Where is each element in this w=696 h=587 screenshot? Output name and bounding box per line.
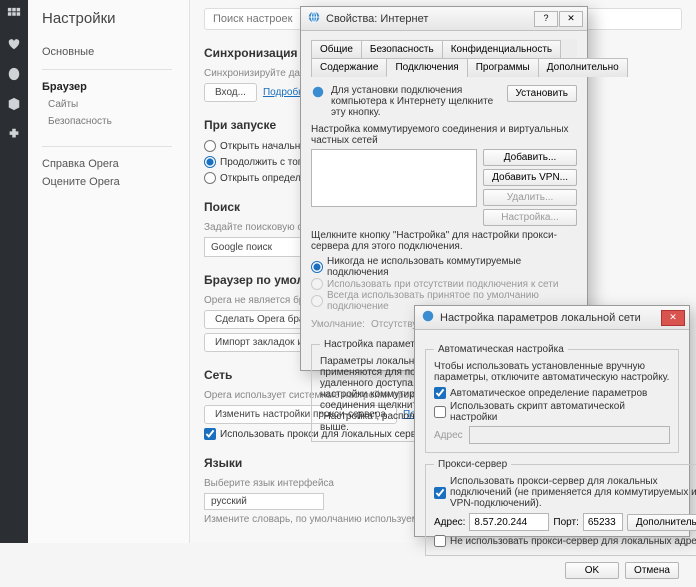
proxy-port-input[interactable] xyxy=(583,513,623,531)
globe-icon xyxy=(307,10,321,27)
inet-titlebar[interactable]: Свойства: Интернет ? ✕ xyxy=(301,7,587,31)
tab-connections[interactable]: Подключения xyxy=(386,58,467,77)
dial-listbox[interactable] xyxy=(311,149,477,207)
app-sidebar xyxy=(0,0,28,543)
proxy-legend: Прокси-сервер xyxy=(434,459,511,470)
lan-dialog-title: Настройка параметров локальной сети xyxy=(440,312,641,324)
login-button[interactable]: Вход... xyxy=(204,83,257,102)
nav-sites[interactable]: Сайты xyxy=(42,96,189,113)
proxy-advanced-button[interactable]: Дополнительно xyxy=(627,514,696,531)
dial-hint: Щелкните кнопку "Настройка" для настройк… xyxy=(311,230,577,252)
proxy-port-label: Порт: xyxy=(553,517,578,528)
connection-settings-button[interactable]: Настройка... xyxy=(483,209,577,226)
language-select[interactable]: русский xyxy=(204,493,324,510)
nav-basic[interactable]: Основные xyxy=(42,43,189,61)
ok-button[interactable]: OK xyxy=(565,562,619,579)
lan-settings-dialog: Настройка параметров локальной сети ✕ Ав… xyxy=(414,305,690,537)
use-proxy-checkbox[interactable]: Использовать прокси-сервер для локальных… xyxy=(434,476,696,509)
bypass-local-checkbox[interactable]: Не использовать прокси-сервер для локаль… xyxy=(434,535,696,547)
setup-icon xyxy=(311,85,325,102)
script-addr-label: Адрес xyxy=(434,430,463,441)
dial-label: Настройка коммутируемого соединения и ви… xyxy=(311,124,577,146)
dial-radio-never[interactable]: Никогда не использовать коммутируемые по… xyxy=(311,256,577,278)
script-address-input[interactable] xyxy=(469,426,670,444)
apps-icon[interactable] xyxy=(6,6,22,22)
nav-browser[interactable]: Браузер xyxy=(42,78,189,96)
add-vpn-button[interactable]: Добавить VPN... xyxy=(483,169,577,186)
tab-content[interactable]: Содержание xyxy=(311,58,387,77)
add-connection-button[interactable]: Добавить... xyxy=(483,149,577,166)
tab-security[interactable]: Безопасность xyxy=(361,40,443,58)
close-button[interactable]: ✕ xyxy=(661,310,685,326)
nav-help[interactable]: Справка Opera xyxy=(42,155,189,173)
inet-tabs-row2: Содержание Подключения Программы Дополни… xyxy=(311,57,577,77)
tab-advanced[interactable]: Дополнительно xyxy=(538,58,628,77)
nav-rate[interactable]: Оцените Opera xyxy=(42,173,189,191)
tab-programs[interactable]: Программы xyxy=(467,58,539,77)
extensions-icon[interactable] xyxy=(6,126,22,142)
proxy-address-input[interactable] xyxy=(469,513,549,531)
autoscript-checkbox[interactable]: Использовать скрипт автоматической настр… xyxy=(434,401,670,423)
auto-text: Чтобы использовать установленные вручную… xyxy=(434,361,670,383)
autodetect-checkbox[interactable]: Автоматическое определение параметров xyxy=(434,387,670,399)
close-button[interactable]: ✕ xyxy=(559,11,583,27)
page-title: Настройки xyxy=(42,10,189,27)
remove-connection-button[interactable]: Удалить... xyxy=(483,189,577,206)
dial-radio-whenno[interactable]: Использовать при отсутствии подключения … xyxy=(311,278,577,290)
tab-general[interactable]: Общие xyxy=(311,40,362,58)
lan-titlebar[interactable]: Настройка параметров локальной сети ✕ xyxy=(415,306,689,330)
inet-title: Свойства: Интернет xyxy=(326,13,428,25)
tab-privacy[interactable]: Конфиденциальность xyxy=(442,40,561,58)
nav-security[interactable]: Безопасность xyxy=(42,113,189,130)
cancel-button[interactable]: Отмена xyxy=(625,562,679,579)
globe-icon xyxy=(421,309,435,326)
settings-nav: Настройки Основные Браузер Сайты Безопас… xyxy=(28,0,190,543)
default-label: Умолчание: xyxy=(311,319,365,330)
lang-desc: Выберите язык интерфейса xyxy=(204,478,334,489)
inet-tabs-row1: Общие Безопасность Конфиденциальность xyxy=(311,39,577,58)
setup-button[interactable]: Установить xyxy=(507,85,578,102)
proxy-addr-label: Адрес: xyxy=(434,517,465,528)
cube-icon[interactable] xyxy=(6,96,22,112)
help-button[interactable]: ? xyxy=(534,11,558,27)
setup-text: Для установки подключения компьютера к И… xyxy=(331,85,501,118)
heart-icon[interactable] xyxy=(6,36,22,52)
auto-legend: Автоматическая настройка xyxy=(434,344,568,355)
opera-icon[interactable] xyxy=(6,66,22,82)
